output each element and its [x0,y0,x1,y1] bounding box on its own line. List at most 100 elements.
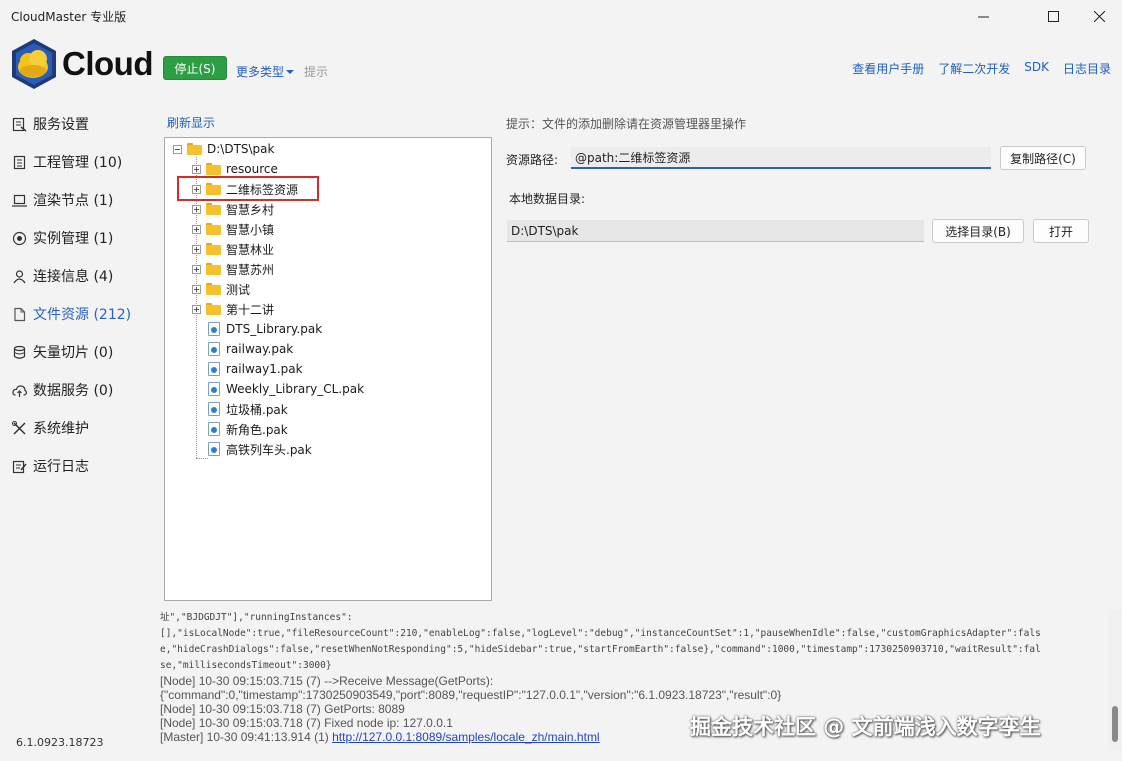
tree-folder-smart-town[interactable]: 智慧小镇 [192,219,274,239]
tree-folder-lesson-12[interactable]: 第十二讲 [192,299,274,319]
sidebar-item-label: 服务设置 [33,117,89,133]
sidebar-item-instances[interactable]: 实例管理 (1) [0,219,150,257]
log-line-prefix: [Master] 10-30 09:41:13.914 (1) [160,730,333,744]
tree-folder-test[interactable]: 测试 [192,279,250,299]
pak-file-icon [208,402,220,416]
sidebar: 服务设置 工程管理 (10) 渲染节点 (1) 实例管理 (1) 连接信息 (4… [0,105,150,485]
folder-icon [206,303,221,315]
copy-path-button[interactable]: 复制路径(C) [1000,146,1086,170]
sidebar-item-data-services[interactable]: 数据服务 (0) [0,371,150,409]
pak-file-icon [208,442,220,456]
sidebar-item-render-nodes[interactable]: 渲染节点 (1) [0,181,150,219]
user-manual-link[interactable]: 查看用户手册 [852,60,924,77]
tree-item-label: railway.pak [226,342,294,356]
sidebar-item-label: 文件资源 (212) [33,307,132,323]
tree-root[interactable]: D:\DTS\pak [173,139,274,159]
tree-file[interactable]: 高铁列车头.pak [208,439,312,459]
refresh-link[interactable]: 刷新显示 [167,114,215,131]
collapse-icon[interactable] [173,144,182,154]
tools-icon [11,420,27,436]
minimize-icon [977,16,989,17]
log-line: e,"hideCrashDialogs":false,"resetWhenNot… [160,644,1041,655]
title-bar: CloudMaster 专业版 [0,0,1122,32]
resource-path-input[interactable]: @path:二维标签资源 [571,147,991,169]
tree-item-label: 智慧苏州 [226,262,275,277]
tree-item-label: railway1.pak [226,362,303,376]
folder-icon [206,243,221,255]
sidebar-item-maintenance[interactable]: 系统维护 [0,409,150,447]
log-scrollbar[interactable] [1108,610,1122,750]
expand-icon[interactable] [192,264,201,274]
sdk-link[interactable]: SDK [1024,60,1049,77]
tree-file[interactable]: railway.pak [208,339,293,359]
tree-file[interactable]: Weekly_Library_CL.pak [208,379,364,399]
more-types-dropdown[interactable]: 更多类型 [236,63,295,80]
folder-icon [206,163,221,175]
folder-icon [206,223,221,235]
file-tree[interactable]: D:\DTS\pak resource 二维标签资源 智慧乡村 智慧小镇 智慧林… [164,137,492,601]
stop-button[interactable]: 停止(S) [163,56,227,80]
sidebar-item-label: 矢量切片 (0) [33,345,114,361]
tree-folder-smart-village[interactable]: 智慧乡村 [192,199,274,219]
tree-file[interactable]: 新角色.pak [208,419,288,439]
open-button[interactable]: 打开 [1033,219,1089,243]
tree-file[interactable]: 垃圾桶.pak [208,399,288,419]
expand-icon[interactable] [192,164,201,174]
sidebar-item-run-log[interactable]: 运行日志 [0,447,150,485]
tree-item-label: 智慧乡村 [226,202,275,217]
log-line: [Node] 10-30 09:15:03.715 (7) -->Receive… [160,674,494,688]
maximize-button[interactable] [1030,0,1076,32]
sidebar-item-label: 系统维护 [33,421,89,437]
tree-folder-smart-suzhou[interactable]: 智慧苏州 [192,259,274,279]
sidebar-item-connections[interactable]: 连接信息 (4) [0,257,150,295]
tree-folder-smart-forestry[interactable]: 智慧林业 [192,239,274,259]
pak-file-icon [208,322,220,336]
tree-file[interactable]: DTS_Library.pak [208,319,322,339]
folder-icon [206,283,221,295]
expand-icon[interactable] [192,224,201,234]
sidebar-item-label: 数据服务 (0) [33,383,114,399]
cloud-upload-icon [11,382,27,398]
user-icon [11,268,27,284]
log-line: {"command":0,"timestamp":1730250903549,"… [160,688,782,702]
maximize-icon [1047,10,1059,22]
tree-item-label: 测试 [226,282,251,297]
log-line: se,"millisecondsTimeout":3000} [160,660,332,671]
database-icon [11,344,27,360]
tree-item-label: 第十二讲 [226,302,275,317]
sidebar-item-vector-tiles[interactable]: 矢量切片 (0) [0,333,150,371]
tree-item-label: 新角色.pak [226,422,288,437]
local-data-dir-input[interactable]: D:\DTS\pak [507,220,924,242]
sidebar-item-service-settings[interactable]: 服务设置 [0,105,150,143]
minimize-button[interactable] [960,0,1006,32]
tree-item-label: 垃圾桶.pak [226,402,288,417]
top-links: 查看用户手册 了解二次开发 SDK 日志目录 [852,60,1111,77]
sidebar-item-file-resources[interactable]: 文件资源 (212) [0,295,150,333]
sidebar-item-projects[interactable]: 工程管理 (10) [0,143,150,181]
app-version: 6.1.0923.18723 [16,736,104,749]
pak-file-icon [208,422,220,436]
log-scrollbar-thumb[interactable] [1112,706,1118,742]
resource-path-label: 资源路径: [506,153,559,167]
expand-icon[interactable] [192,244,201,254]
window-title: CloudMaster 专业版 [11,10,127,24]
sidebar-item-label: 工程管理 (10) [33,155,123,171]
settings-doc-icon [11,116,27,132]
close-button[interactable] [1076,0,1122,32]
tree-root-label: D:\DTS\pak [207,142,275,156]
expand-icon[interactable] [192,304,201,314]
annotation-highlight-box [177,176,319,201]
tree-guide-line [196,458,208,459]
tree-item-label: DTS_Library.pak [226,322,323,336]
folder-icon [206,263,221,275]
expand-icon[interactable] [192,204,201,214]
tree-file[interactable]: railway1.pak [208,359,303,379]
hint-link[interactable]: 提示 [304,63,328,80]
chevron-down-icon [286,69,295,74]
log-directory-link[interactable]: 日志目录 [1063,60,1111,77]
more-types-label: 更多类型 [236,65,285,79]
secondary-dev-link[interactable]: 了解二次开发 [938,60,1010,77]
choose-directory-button[interactable]: 选择目录(B) [932,219,1024,243]
expand-icon[interactable] [192,284,201,294]
samples-link[interactable]: http://127.0.0.1:8089/samples/locale_zh/… [332,730,600,744]
